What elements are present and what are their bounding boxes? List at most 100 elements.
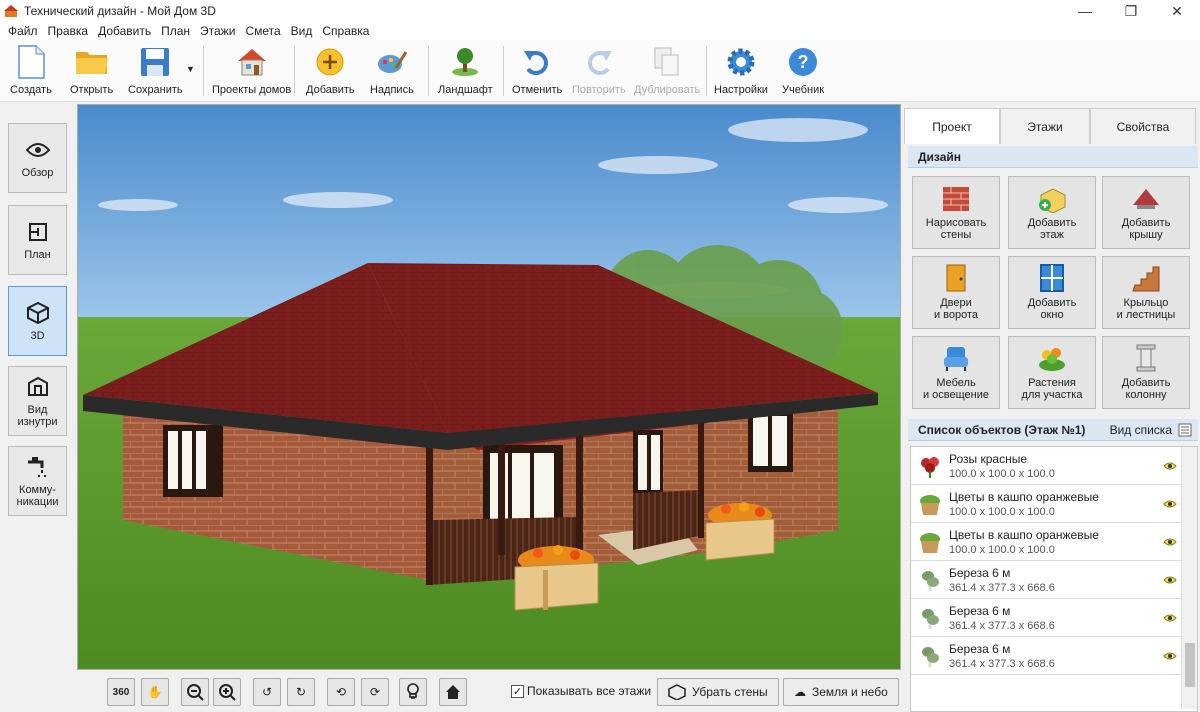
tutorial-button[interactable]: ? Учебник [782, 44, 824, 96]
eye-icon [25, 143, 50, 157]
armchair-icon [944, 347, 968, 371]
tab-floors[interactable]: Этажи [1000, 108, 1090, 144]
object-list-scrollbar[interactable] [1181, 447, 1197, 709]
save-dropdown-arrow[interactable]: ▼ [186, 64, 195, 74]
save-button[interactable]: Сохранить [128, 44, 183, 96]
rotate-right-button[interactable]: ↻ [287, 678, 315, 706]
minimize-button[interactable]: — [1062, 0, 1108, 22]
list-view-toggle[interactable]: Вид списка [1110, 423, 1192, 437]
menu-floors[interactable]: Этажи [200, 24, 235, 38]
checkbox-icon: ✓ [511, 684, 524, 698]
home-icon [446, 685, 460, 699]
duplicate-button[interactable]: Дублировать [634, 44, 700, 96]
visibility-eye-icon[interactable] [1163, 611, 1177, 625]
duplicate-icon [654, 47, 679, 76]
zoom-out-icon [187, 684, 204, 701]
flowers-icon [1039, 348, 1065, 371]
scrollbar-thumb[interactable] [1185, 643, 1195, 687]
home-view-button[interactable] [439, 678, 467, 706]
brick-wall-icon [943, 187, 969, 211]
open-button[interactable]: Открыть [70, 44, 113, 96]
close-button[interactable]: ✕ [1154, 0, 1200, 22]
house-projects-button[interactable]: Проекты домов [212, 44, 291, 96]
label-button[interactable]: Надпись [370, 44, 414, 96]
rotate-left-button[interactable]: ↺ [253, 678, 281, 706]
visibility-eye-icon[interactable] [1163, 649, 1177, 663]
cube-walls-icon [668, 684, 686, 700]
brush-icon [377, 51, 408, 73]
plants-button[interactable]: Растения для участка [1008, 336, 1096, 409]
menu-edit[interactable]: Правка [48, 24, 89, 38]
redo-button[interactable]: Повторить [572, 44, 626, 96]
porch-stairs-button[interactable]: Крыльцо и лестницы [1102, 256, 1190, 329]
list-item[interactable]: Розы красные 100.0 x 100.0 x 100.0 [911, 447, 1181, 485]
draw-walls-button[interactable]: Нарисовать стены [912, 176, 1000, 249]
visibility-eye-icon[interactable] [1163, 497, 1177, 511]
rotate-360-button[interactable]: 360 [107, 678, 135, 706]
zoom-in-button[interactable] [213, 678, 241, 706]
menu-help[interactable]: Справка [322, 24, 369, 38]
house-icon [237, 49, 266, 76]
tilt-down-button[interactable]: ⟳ [361, 678, 389, 706]
add-column-button[interactable]: Добавить колонну [1102, 336, 1190, 409]
communications-button[interactable]: Комму-никации [8, 446, 67, 516]
lighting-button[interactable] [399, 678, 427, 706]
create-button[interactable]: Создать [10, 44, 52, 96]
landscape-button[interactable]: Ландшафт [438, 44, 493, 96]
maximize-button[interactable]: ❐ [1108, 0, 1154, 22]
column-icon [1136, 344, 1156, 372]
add-floor-icon [1039, 188, 1066, 213]
door-icon [946, 264, 966, 292]
right-panel: Проект Этажи Свойства Дизайн Нарисовать с… [904, 104, 1200, 712]
list-item[interactable]: Береза 6 м 361.4 x 377.3 x 668.6 [911, 561, 1181, 599]
3d-view-button[interactable]: 3D [8, 286, 67, 356]
visibility-eye-icon[interactable] [1163, 535, 1177, 549]
floppy-icon [141, 48, 170, 76]
tab-properties[interactable]: Свойства [1090, 108, 1196, 144]
add-button[interactable]: Добавить [306, 44, 355, 96]
inside-view-button[interactable]: Вид изнутри [8, 366, 67, 436]
overview-button[interactable]: Обзор [8, 123, 67, 193]
menu-add[interactable]: Добавить [98, 24, 151, 38]
app-logo-icon [4, 5, 18, 17]
undo-button[interactable]: Отменить [512, 44, 562, 96]
settings-button[interactable]: Настройки [714, 44, 768, 96]
tab-project[interactable]: Проект [904, 108, 1000, 144]
hand-icon: ✋ [147, 685, 163, 699]
help-icon: ? [789, 48, 818, 76]
list-view-icon [1178, 423, 1192, 436]
title-bar: Технический дизайн - Мой Дом 3D — ❐ ✕ [0, 0, 1200, 22]
tree-icon [452, 48, 479, 76]
visibility-eye-icon[interactable] [1163, 459, 1177, 473]
list-item[interactable]: Цветы в кашпо оранжевые 100.0 x 100.0 x 1… [911, 485, 1181, 523]
plan-button[interactable]: План [8, 205, 67, 275]
birch-tree-icon [922, 570, 939, 591]
furniture-lighting-button[interactable]: Мебель и освещение [912, 336, 1000, 409]
add-floor-button[interactable]: Добавить этаж [1008, 176, 1096, 249]
lightbulb-icon [407, 683, 419, 699]
list-item[interactable]: Береза 6 м 361.4 x 377.3 x 668.6 [911, 599, 1181, 637]
zoom-out-button[interactable] [181, 678, 209, 706]
add-roof-button[interactable]: Добавить крышу [1102, 176, 1190, 249]
ground-sky-button[interactable]: ☁ Земля и небо [783, 678, 899, 706]
flower-pot-icon [920, 532, 940, 553]
tilt-up-button[interactable]: ⟲ [327, 678, 355, 706]
faucet-icon [27, 457, 46, 477]
rotate-left-icon: ↺ [261, 685, 273, 699]
rotate-360-icon: 360 [112, 686, 130, 698]
visibility-eye-icon[interactable] [1163, 573, 1177, 587]
remove-walls-button[interactable]: Убрать стены [657, 678, 779, 706]
list-item[interactable]: Береза 6 м 361.4 x 377.3 x 668.6 [911, 637, 1181, 675]
menu-plan[interactable]: План [161, 24, 190, 38]
list-item[interactable]: Цветы в кашпо оранжевые 100.0 x 100.0 x 1… [911, 523, 1181, 561]
undo-icon [524, 51, 549, 75]
show-all-floors-checkbox[interactable]: ✓ Показывать все этажи [511, 684, 651, 698]
planter-box [514, 545, 599, 611]
doors-gates-button[interactable]: Двери и ворота [912, 256, 1000, 329]
3d-viewport[interactable] [77, 104, 901, 670]
add-window-button[interactable]: Добавить окно [1008, 256, 1096, 329]
pan-hand-button[interactable]: ✋ [141, 678, 169, 706]
menu-estimate[interactable]: Смета [245, 24, 280, 38]
menu-view[interactable]: Вид [291, 24, 313, 38]
menu-file[interactable]: Файл [8, 24, 38, 38]
